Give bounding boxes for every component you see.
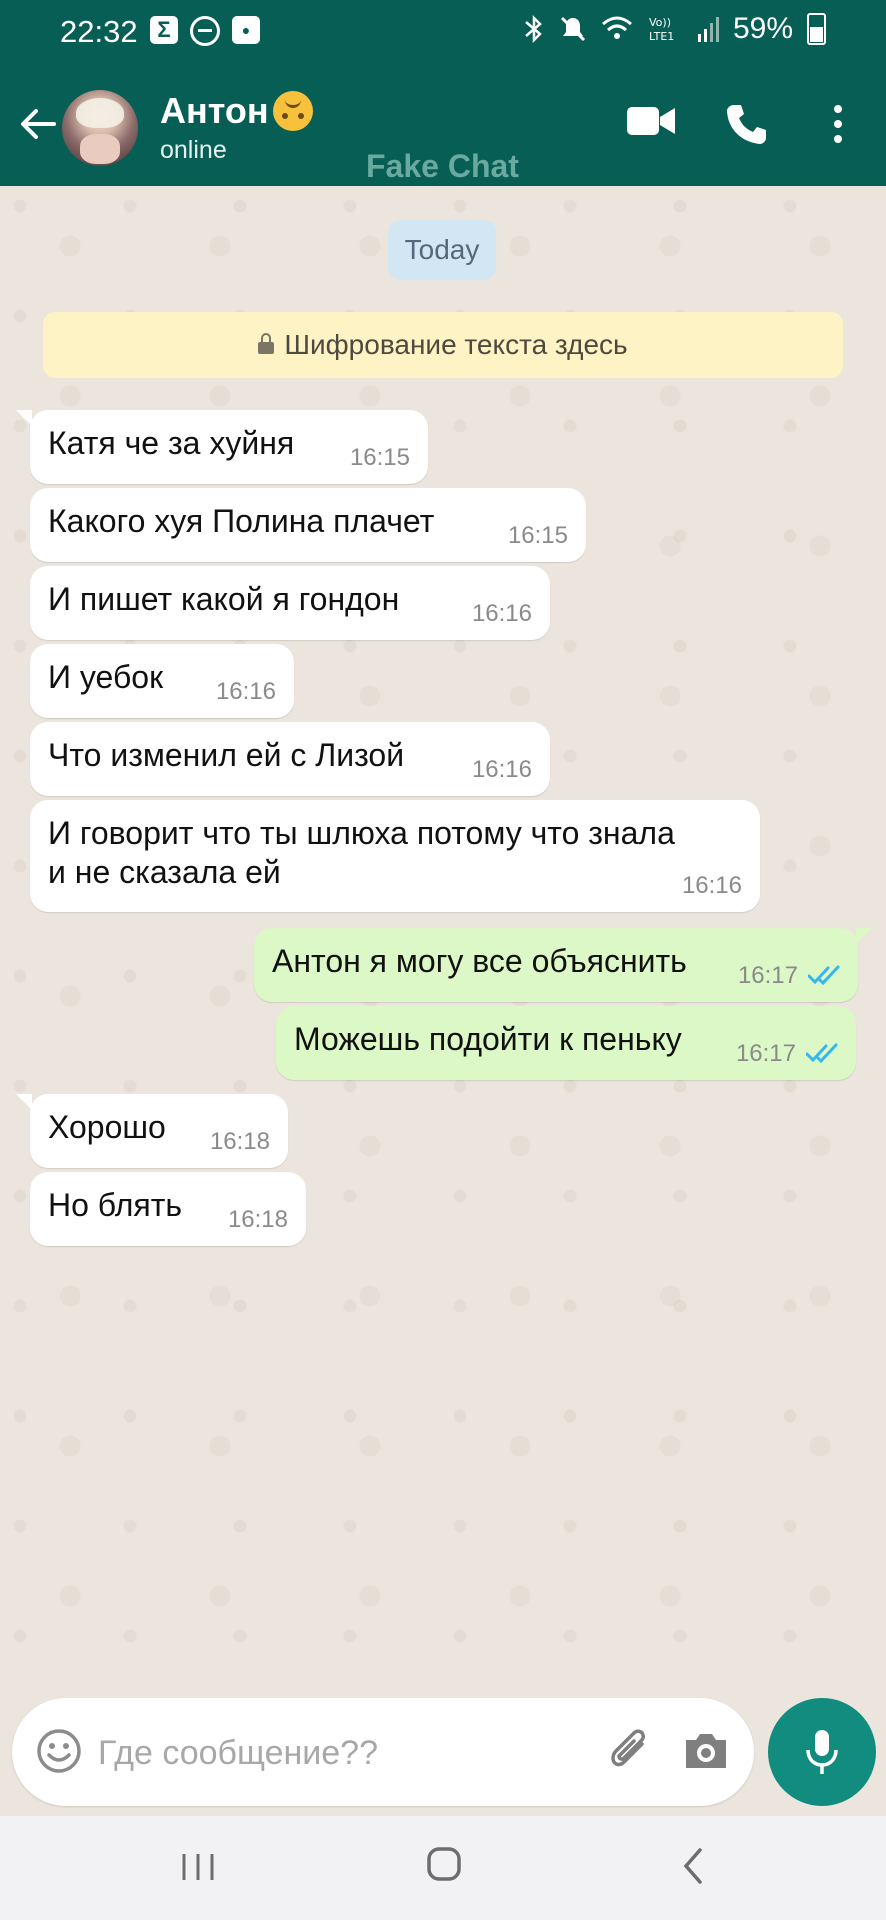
message-outgoing[interactable]: Можешь подойти к пеньку 16:17	[276, 1006, 856, 1080]
message-time: 16:16	[681, 872, 742, 899]
encryption-notice[interactable]: Шифрование текста здесь	[43, 312, 843, 378]
lock-icon	[258, 333, 275, 354]
read-receipt-icon	[808, 965, 840, 986]
message-text: Какого хуя Полина плачет	[48, 503, 435, 539]
battery-icon	[807, 13, 826, 45]
message-composer	[12, 1698, 754, 1806]
battery-percent: 59%	[732, 12, 793, 45]
message-incoming[interactable]: Какого хуя Полина плачет 16:15	[30, 488, 586, 562]
contact-avatar[interactable]	[62, 90, 138, 166]
status-bar: 22:32 Σ ● Vo)) LTE1 59%	[0, 0, 886, 66]
back-nav-icon[interactable]	[678, 1846, 708, 1886]
message-time: 16:17	[735, 1040, 796, 1067]
phone-call-icon[interactable]	[724, 102, 768, 146]
status-left-icons: Σ ●	[150, 16, 260, 46]
message-text: Катя че за хуйня	[48, 425, 295, 461]
do-not-disturb-icon	[190, 16, 220, 46]
wifi-icon	[601, 16, 632, 39]
message-time: 16:16	[215, 678, 276, 705]
system-nav-bar	[0, 1816, 886, 1920]
message-time: 16:18	[227, 1206, 288, 1233]
message-text: Но блять	[48, 1187, 183, 1223]
message-text: И говорит что ты шлюха потому что знала …	[48, 814, 675, 892]
mute-icon	[560, 16, 586, 42]
contact-name-text: Антон	[160, 90, 269, 131]
message-time: 16:16	[471, 600, 532, 627]
message-time: 16:16	[471, 756, 532, 783]
signal-icon	[697, 17, 719, 42]
more-options-icon[interactable]	[830, 102, 846, 146]
back-arrow-icon[interactable]	[16, 102, 60, 146]
bubble-tail	[856, 928, 872, 944]
message-text: И уебок	[48, 659, 164, 695]
date-separator: Today	[388, 220, 496, 280]
emoji-icon[interactable]	[36, 1728, 82, 1774]
microphone-icon	[806, 1730, 838, 1774]
chat-area[interactable]: Today Шифрование текста здесь Катя че за…	[0, 186, 886, 1816]
svg-text:Vo)): Vo))	[649, 16, 671, 29]
message-text: И пишет какой я гондон	[48, 581, 400, 617]
message-time: 16:18	[209, 1128, 270, 1155]
message-incoming[interactable]: Что изменил ей с Лизой 16:16	[30, 722, 550, 796]
message-time: 16:15	[349, 444, 410, 471]
message-input[interactable]	[96, 1722, 600, 1784]
chat-header: Антон online Fake Chat	[0, 66, 886, 186]
message-text: Можешь подойти к пеньку	[294, 1021, 682, 1057]
message-incoming[interactable]: Хорошо 16:18	[16, 1094, 288, 1168]
message-text: Хорошо	[48, 1109, 166, 1145]
fake-chat-watermark: Fake Chat	[366, 148, 519, 184]
message-incoming[interactable]: Катя че за хуйня 16:15	[16, 410, 428, 484]
home-icon[interactable]	[426, 1846, 462, 1882]
bluetooth-icon	[525, 14, 542, 44]
video-call-icon[interactable]	[626, 102, 676, 140]
contact-name[interactable]: Антон	[160, 90, 313, 132]
status-right-icons: Vo)) LTE1 59%	[523, 12, 826, 46]
sigma-notification-icon: Σ	[150, 16, 178, 44]
camera-icon[interactable]	[682, 1728, 730, 1772]
read-receipt-icon	[806, 1043, 838, 1064]
message-time: 16:15	[507, 522, 568, 549]
bubble-tail	[16, 410, 32, 426]
attach-icon[interactable]	[604, 1724, 656, 1776]
microphone-button[interactable]	[768, 1698, 876, 1806]
message-incoming[interactable]: И говорит что ты шлюха потому что знала …	[30, 800, 760, 912]
upside-down-face-emoji-icon	[272, 91, 313, 131]
status-time: 22:32	[60, 14, 138, 49]
screen-record-icon: ●	[232, 16, 260, 44]
svg-text:LTE1: LTE1	[649, 30, 674, 43]
message-text: Что изменил ей с Лизой	[48, 737, 405, 773]
message-outgoing[interactable]: Антон я могу все объяснить 16:17	[254, 928, 872, 1002]
message-text-line: и не сказала ей	[48, 854, 281, 890]
encryption-notice-text: Шифрование текста здесь	[284, 329, 628, 360]
message-incoming[interactable]: Но блять 16:18	[30, 1172, 306, 1246]
recent-apps-icon[interactable]	[178, 1850, 218, 1884]
message-incoming[interactable]: И уебок 16:16	[30, 644, 294, 718]
contact-status: online	[160, 136, 227, 164]
volte-icon: Vo))LTE1	[649, 16, 674, 43]
message-text-line: И говорит что ты шлюха потому что знала	[48, 815, 675, 851]
message-incoming[interactable]: И пишет какой я гондон 16:16	[30, 566, 550, 640]
bubble-tail	[16, 1094, 32, 1110]
message-text: Антон я могу все объяснить	[272, 943, 687, 979]
message-time: 16:17	[737, 962, 798, 989]
